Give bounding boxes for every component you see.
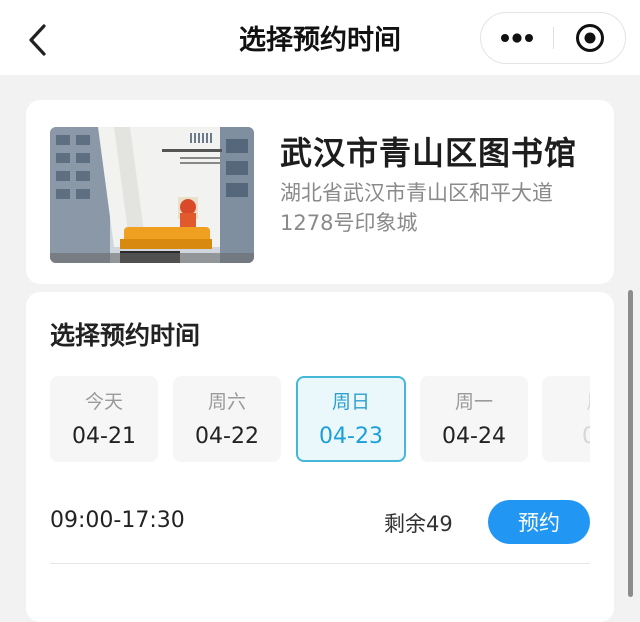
date-row: 今天 04-21 周六 04-22 周日 04-23 周一 04-24 周 04 xyxy=(50,376,590,464)
section-title: 选择预约时间 xyxy=(50,321,201,350)
date-value: 04-23 xyxy=(319,424,383,449)
target-circle-icon xyxy=(576,24,604,52)
date-chip-today[interactable]: 今天 04-21 xyxy=(50,376,158,462)
library-photo[interactable] xyxy=(50,127,254,263)
date-weekday: 周日 xyxy=(331,391,370,413)
slot-remaining: 剩余49 xyxy=(384,512,453,536)
booking-card: 选择预约时间 今天 04-21 周六 04-22 周日 04-23 周一 04-… xyxy=(26,292,614,622)
more-dots-icon xyxy=(501,33,533,43)
library-building-image xyxy=(50,127,254,263)
navbar: 选择预约时间 xyxy=(0,0,640,75)
date-value: 04-24 xyxy=(442,424,506,449)
date-weekday: 今天 xyxy=(84,391,123,413)
mini-program-capsule xyxy=(480,12,626,64)
more-button[interactable] xyxy=(481,13,553,63)
date-weekday: 周 xyxy=(542,390,590,414)
date-value: 04 xyxy=(582,424,590,449)
slot-divider xyxy=(50,563,590,564)
slot-time: 09:00-17:30 xyxy=(50,508,185,533)
library-address: 湖北省武汉市青山区和平大道1278号印象城 xyxy=(280,181,553,235)
date-weekday: 周六 xyxy=(207,391,246,413)
library-card[interactable]: 武汉市青山区图书馆 湖北省武汉市青山区和平大道1278号印象城 xyxy=(26,100,614,284)
date-value: 04-21 xyxy=(72,424,136,449)
time-slot-row: 09:00-17:30 剩余49 预约 xyxy=(50,492,590,552)
date-chip-sat[interactable]: 周六 04-22 xyxy=(173,376,281,462)
date-chip-sun[interactable]: 周日 04-23 xyxy=(296,376,406,462)
date-value: 04-22 xyxy=(195,424,259,449)
date-weekday: 周一 xyxy=(454,391,493,413)
date-chip-next[interactable]: 周 04 xyxy=(542,376,590,462)
library-name: 武汉市青山区图书馆 xyxy=(280,134,578,172)
date-chip-mon[interactable]: 周一 04-24 xyxy=(420,376,528,462)
date-selector[interactable]: 今天 04-21 周六 04-22 周日 04-23 周一 04-24 周 04 xyxy=(50,376,590,464)
scrollbar[interactable] xyxy=(628,290,633,597)
book-button[interactable]: 预约 xyxy=(488,500,590,544)
close-button[interactable] xyxy=(554,13,626,63)
